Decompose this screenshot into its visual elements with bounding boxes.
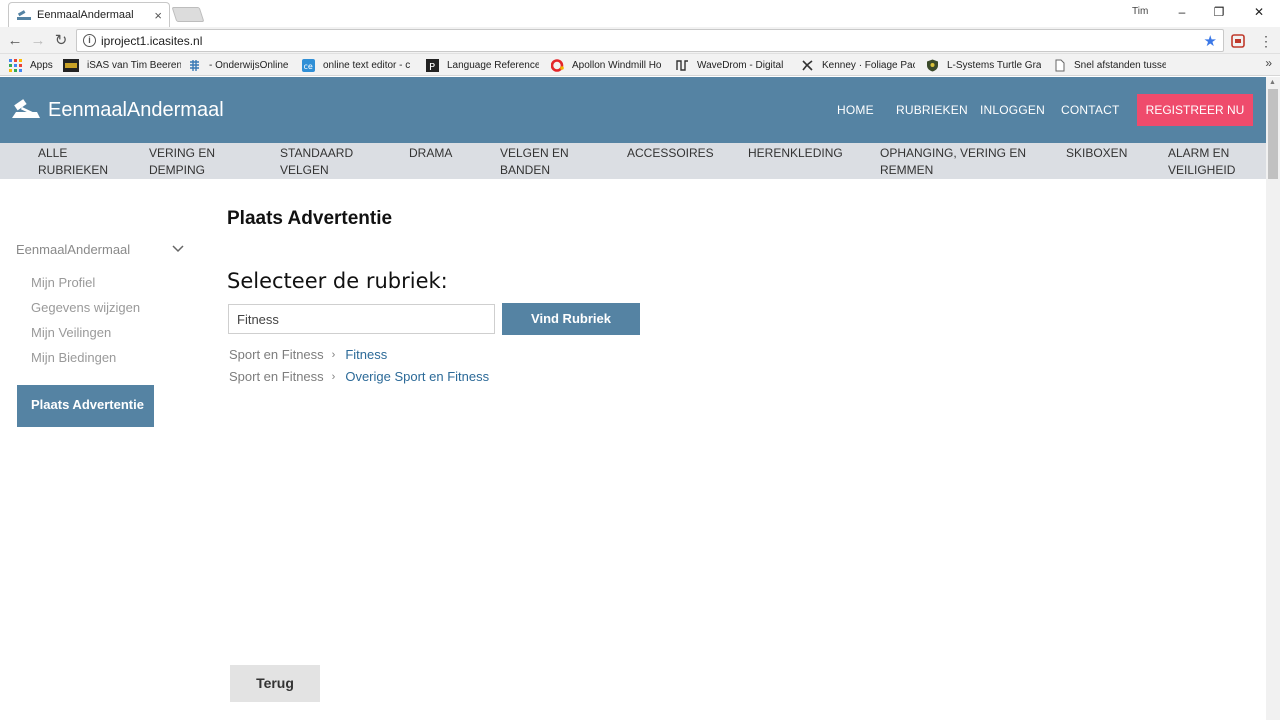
vind-rubriek-button[interactable]: Vind Rubriek — [502, 303, 640, 335]
restore-icon[interactable]: ❐ — [1209, 3, 1229, 21]
tab-close-icon[interactable]: × — [154, 9, 162, 22]
category-standaard-velgen[interactable]: STANDAARD VELGEN — [280, 145, 353, 179]
reload-icon[interactable]: ↻ — [51, 31, 71, 51]
p-icon: P — [426, 58, 439, 72]
category-drama[interactable]: DRAMA — [409, 145, 452, 162]
nav-home[interactable]: HOME — [837, 103, 874, 117]
result-link[interactable]: Fitness — [345, 347, 387, 362]
page-title: Plaats Advertentie — [227, 208, 393, 229]
bookmark-label: WaveDrom - Digital — [697, 59, 784, 71]
shield-icon — [927, 59, 938, 71]
bookmark-label: Kenney · Foliage Pac — [822, 59, 915, 71]
wavedrom-icon — [676, 59, 688, 71]
bookmark-label: iSAS van Tim Beeren — [87, 59, 181, 71]
bookmark-item[interactable]: iSAS van Tim Beeren — [63, 57, 181, 73]
bookmark-label: Apps — [30, 59, 53, 71]
gavel-logo-icon[interactable] — [12, 99, 42, 119]
bookmark-item[interactable]: Apollon Windmill Ho — [551, 57, 664, 73]
close-window-icon[interactable]: ✕ — [1249, 3, 1269, 21]
nav-contact[interactable]: CONTACT — [1061, 103, 1120, 117]
bookmark-item[interactable]: Apps — [9, 57, 59, 73]
page-scrollbar[interactable]: ▲ — [1266, 77, 1280, 720]
breadcrumb-separator-icon: › — [331, 370, 336, 383]
result-parent[interactable]: Sport en Fitness — [229, 347, 324, 362]
svg-text:ce: ce — [304, 62, 313, 71]
result-item: Sport en Fitness › Fitness — [229, 347, 387, 362]
bookmark-label: Snel afstanden tusse — [1074, 59, 1166, 71]
bookmark-label: Apollon Windmill Ho — [572, 59, 662, 71]
menu-icon[interactable]: ⋮ — [1256, 31, 1276, 51]
nav-inloggen[interactable]: INLOGGEN — [980, 103, 1045, 117]
nav-rubrieken[interactable]: RUBRIEKEN — [896, 103, 968, 117]
site-logo-text[interactable]: EenmaalAndermaal — [48, 99, 224, 122]
onderwijsonline-icon — [190, 59, 199, 71]
category-alarm-en-veiligheid[interactable]: ALARM EN VEILIGHEID — [1168, 145, 1235, 179]
sidebar-item-mijn-biedingen[interactable]: Mijn Biedingen — [31, 350, 116, 365]
tab-title: EenmaalAndermaal — [37, 9, 134, 21]
bookmark-item[interactable]: L-Systems Turtle Gra — [926, 57, 1041, 73]
register-button[interactable]: REGISTREER NU — [1137, 94, 1253, 126]
bookmark-label: Language Reference — [447, 59, 539, 71]
sidebar-item-mijn-veilingen[interactable]: Mijn Veilingen — [31, 325, 111, 340]
select-rubriek-label: Selecteer de rubriek: — [227, 269, 448, 293]
ce-icon: ce — [302, 58, 315, 72]
category-bar: ALLE RUBRIEKEN VERING EN DEMPING STANDAARD… — [0, 143, 1266, 179]
category-skiboxen[interactable]: SKIBOXEN — [1066, 145, 1127, 162]
info-icon[interactable]: i — [83, 34, 96, 47]
bookmarks-bar: Apps iSAS van Tim Beeren - OnderwijsOnli… — [0, 54, 1280, 76]
bookmark-item[interactable]: - OnderwijsOnline — [188, 57, 294, 73]
result-link[interactable]: Overige Sport en Fitness — [345, 369, 489, 384]
rubriek-search-input[interactable] — [228, 304, 495, 334]
category-vering-en-demping[interactable]: VERING EN DEMPING — [149, 145, 215, 179]
result-parent[interactable]: Sport en Fitness — [229, 369, 324, 384]
back-arrow-icon[interactable]: ← — [5, 31, 25, 51]
forward-arrow-icon[interactable]: → — [28, 31, 48, 51]
breadcrumb-separator-icon: › — [331, 348, 336, 361]
category-ophanging-vering-en-remmen[interactable]: OPHANGING, VERING EN REMMEN — [880, 145, 1026, 179]
browser-tab[interactable]: EenmaalAndermaal × — [8, 2, 170, 27]
new-tab-button[interactable] — [171, 7, 205, 22]
bookmark-star-icon[interactable]: ★ — [1204, 32, 1217, 50]
site-header: EenmaalAndermaal HOME RUBRIEKEN INLOGGEN… — [0, 77, 1266, 143]
category-alle-rubrieken[interactable]: ALLE RUBRIEKEN — [38, 145, 108, 179]
terug-button[interactable]: Terug — [230, 665, 320, 702]
sidebar-item-mijn-profiel[interactable]: Mijn Profiel — [31, 275, 95, 290]
result-item: Sport en Fitness › Overige Sport en Fitn… — [229, 369, 489, 384]
bookmark-label: L-Systems Turtle Gra — [947, 59, 1041, 71]
sidebar-title[interactable]: EenmaalAndermaal — [16, 242, 130, 257]
profile-name[interactable]: Tim — [1132, 6, 1148, 17]
extension-icon[interactable] — [1231, 34, 1245, 48]
browser-toolbar: ← → ↻ i iproject1.icasites.nl ★ ⋮ — [0, 27, 1280, 54]
category-velgen-en-banden[interactable]: VELGEN EN BANDEN — [500, 145, 569, 179]
isas-icon — [63, 58, 79, 72]
bookmark-item[interactable]: Snel afstanden tusse — [1053, 57, 1166, 73]
bookmark-item[interactable]: P Language Reference — [426, 57, 539, 73]
svg-text:P: P — [429, 62, 435, 72]
bookmark-label: - OnderwijsOnline — [209, 59, 289, 71]
bookmarks-more-icon[interactable]: » — [1265, 56, 1272, 70]
c-logo-icon — [551, 58, 564, 72]
address-bar[interactable]: i iproject1.icasites.nl ★ — [76, 29, 1224, 52]
category-herenkleding[interactable]: HERENKLEDING — [748, 145, 843, 162]
minimize-icon[interactable]: – — [1172, 3, 1192, 21]
scrollbar-thumb[interactable] — [1268, 89, 1278, 179]
sidebar-item-gegevens-wijzigen[interactable]: Gegevens wijzigen — [31, 300, 140, 315]
page-icon — [1055, 59, 1065, 71]
apps-grid-icon — [9, 58, 22, 72]
kenney-icon — [802, 59, 813, 71]
bookmark-item[interactable]: Kenney · Foliage Pac — [801, 57, 915, 73]
bookmark-item[interactable]: WaveDrom - Digital — [676, 57, 788, 73]
gavel-favicon-icon — [17, 10, 31, 20]
browser-tab-bar: EenmaalAndermaal × Tim – ❐ ✕ — [0, 0, 1280, 27]
sidebar-item-plaats-advertentie[interactable]: Plaats Advertentie — [17, 385, 154, 427]
category-accessoires[interactable]: ACCESSOIRES — [627, 145, 714, 162]
bookmark-label: online text editor - c — [323, 59, 411, 71]
url-text: iproject1.icasites.nl — [101, 34, 203, 48]
bookmark-item[interactable]: ce online text editor - c — [302, 57, 416, 73]
scroll-up-icon[interactable]: ▲ — [1269, 79, 1276, 86]
chevron-down-icon[interactable] — [172, 244, 184, 254]
